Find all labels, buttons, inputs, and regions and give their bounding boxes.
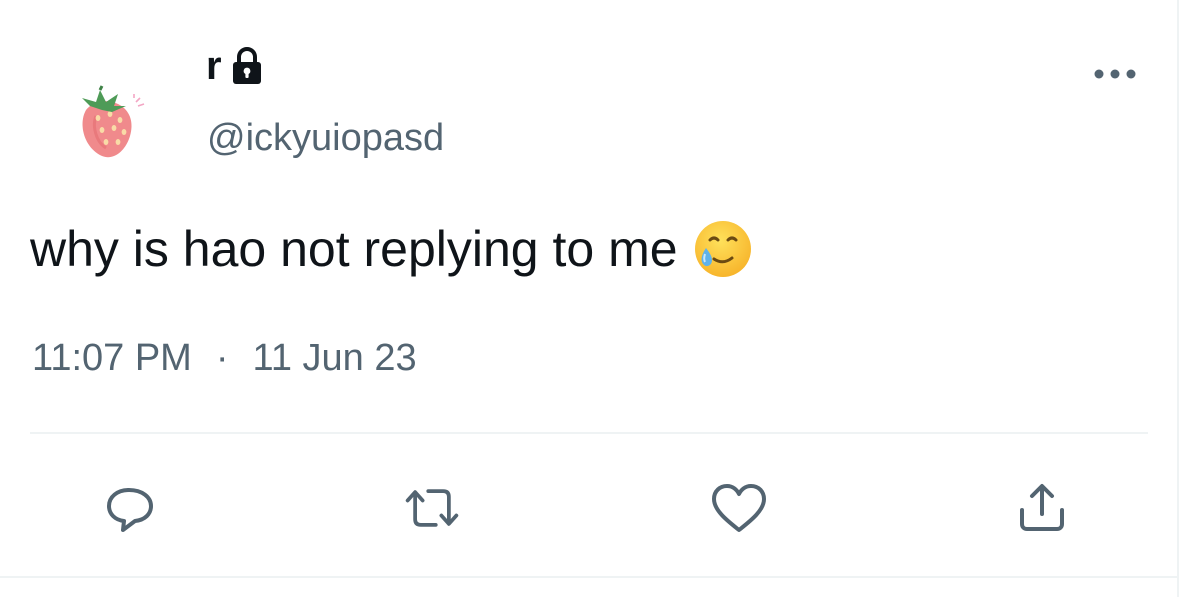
user-handle[interactable]: @ickyuiopasd xyxy=(207,114,444,162)
tweet-card: r @ickyuiopasd why is hao not replying t… xyxy=(0,0,1179,597)
more-options-icon[interactable] xyxy=(1090,58,1140,90)
tweet-time[interactable]: 11:07 PM xyxy=(32,334,192,382)
like-button[interactable] xyxy=(709,478,769,538)
display-name-row[interactable]: r xyxy=(206,40,264,92)
avatar[interactable] xyxy=(56,66,160,170)
reply-button[interactable] xyxy=(100,478,160,538)
tweet-text-row: why is hao not replying to me xyxy=(30,216,754,282)
smiling-face-with-tear-icon xyxy=(692,218,754,280)
strawberry-avatar-icon xyxy=(82,85,145,158)
divider xyxy=(30,432,1148,434)
tweet-date[interactable]: 11 Jun 23 xyxy=(253,334,417,382)
share-icon xyxy=(1020,484,1064,531)
display-name[interactable]: r xyxy=(206,40,222,92)
reply-icon xyxy=(107,488,153,532)
heart-icon xyxy=(712,484,766,532)
retweet-icon xyxy=(405,489,459,527)
tweet-text: why is hao not replying to me xyxy=(30,221,678,277)
lock-icon xyxy=(230,46,264,86)
bottom-divider xyxy=(0,576,1179,578)
share-button[interactable] xyxy=(1012,478,1072,538)
retweet-button[interactable] xyxy=(402,478,462,538)
meta-separator: · xyxy=(215,337,229,379)
tweet-metadata: 11:07 PM · 11 Jun 23 xyxy=(32,334,417,382)
